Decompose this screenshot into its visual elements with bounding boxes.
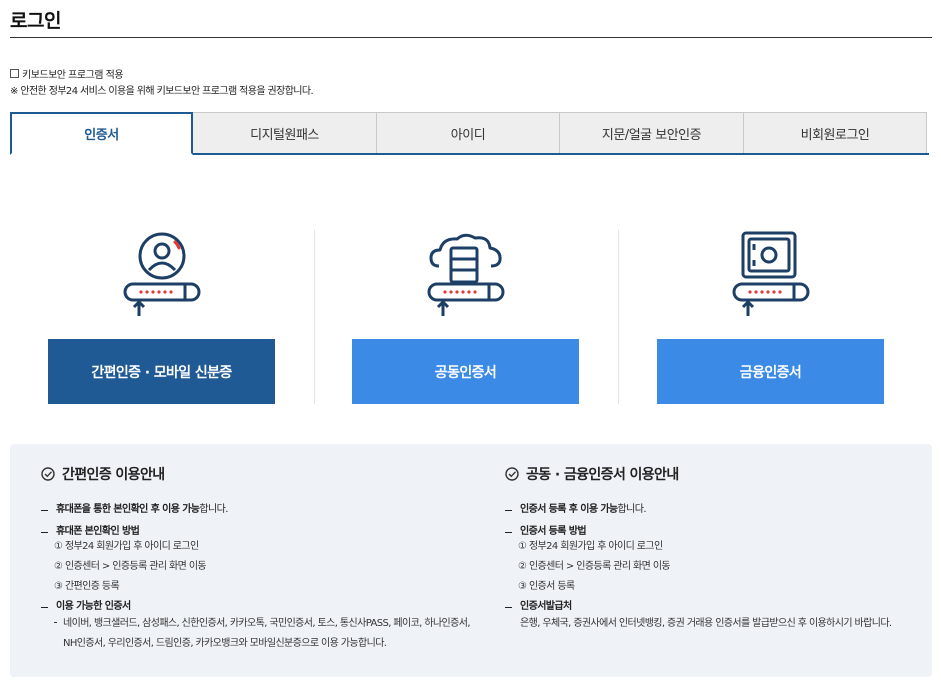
title-divider: [10, 37, 932, 38]
column-divider: [314, 230, 315, 404]
joint-cert-guide: 공동 · 금융인증서 이용안내 인증서 등록 후 이용 가능합니다. 인증서 등…: [505, 464, 915, 631]
joint-certificate-button[interactable]: 공동인증서: [352, 339, 579, 404]
financial-certificate-button[interactable]: 금융인증서: [657, 339, 884, 404]
usage-guide-panel: 간편인증 이용안내 휴대폰을 통한 본인확인 후 이용 가능합니다. 휴대폰 본…: [10, 444, 932, 677]
cert-option-simple: 간편인증 · 모바일 신분증: [48, 230, 276, 404]
simple-auth-button[interactable]: 간편인증 · 모바일 신분증: [48, 339, 275, 404]
cloud-server-login-icon: [427, 233, 505, 316]
check-circle-icon: [505, 467, 519, 481]
guide-step: ② 인증센터 > 인증등록 관리 화면 이동: [518, 561, 671, 572]
joint-guide-title: 공동 · 금융인증서 이용안내: [526, 467, 679, 483]
cert-option-financial: 금융인증서: [657, 230, 885, 404]
tab-digital-onepass[interactable]: 디지털원패스: [192, 112, 377, 153]
tab-non-member[interactable]: 비회원로그인: [743, 112, 927, 153]
guide-item: 휴대폰을 통한 본인확인 후 이용 가능합니다.: [41, 503, 481, 517]
page-title: 로그인: [10, 10, 61, 32]
cert-option-joint: 공동인증서: [352, 230, 580, 404]
guide-item: 인증서 등록 방법: [505, 525, 915, 539]
keyboard-security-checkbox[interactable]: [10, 69, 19, 78]
guide-step: ③ 인증서 등록: [518, 581, 575, 592]
guide-item: 인증서발급처: [505, 600, 915, 614]
guide-item: 인증서 등록 후 이용 가능합니다.: [505, 503, 915, 517]
guide-issuers: 은행, 우체국, 증권사에서 인터넷뱅킹, 증권 거래용 인증서를 발급받으신 …: [520, 618, 892, 629]
keyboard-security-note: ※ 안전한 정부24 서비스 이용을 위해 키보드보안 프로그램 적용을 권장합…: [10, 86, 314, 97]
tab-biometric[interactable]: 지문/얼굴 보안인증: [559, 112, 744, 153]
safe-login-icon: [732, 231, 810, 316]
check-circle-icon: [41, 467, 55, 481]
keyboard-security-label[interactable]: 키보드보안 프로그램 적용: [22, 66, 124, 81]
tab-certificate[interactable]: 인증서: [10, 112, 193, 155]
column-divider: [618, 230, 619, 404]
guide-step: ① 정부24 회원가입 후 아이디 로그인: [54, 541, 199, 552]
person-login-icon: [123, 232, 201, 316]
guide-step: ② 인증센터 > 인증등록 관리 화면 이동: [54, 561, 207, 572]
guide-step: ③ 간편인증 등록: [54, 581, 120, 592]
simple-guide-title: 간편인증 이용안내: [62, 467, 165, 483]
guide-item: 휴대폰 본인확인 방법: [41, 525, 481, 539]
guide-step: ① 정부24 회원가입 후 아이디 로그인: [518, 541, 663, 552]
simple-auth-guide: 간편인증 이용안내 휴대폰을 통한 본인확인 후 이용 가능합니다. 휴대폰 본…: [41, 464, 481, 654]
guide-item: 이용 가능한 인증서: [41, 600, 481, 614]
keyboard-security-row[interactable]: 키보드보안 프로그램 적용: [10, 66, 124, 81]
guide-providers: 네이버, 뱅크샐러드, 삼성패스, 신한인증서, 카카오톡, 국민인증서, 토스…: [41, 614, 481, 654]
tab-id[interactable]: 아이디: [376, 112, 560, 153]
login-method-tabs: 인증서 디지털원패스 아이디 지문/얼굴 보안인증 비회원로그인: [10, 112, 929, 155]
